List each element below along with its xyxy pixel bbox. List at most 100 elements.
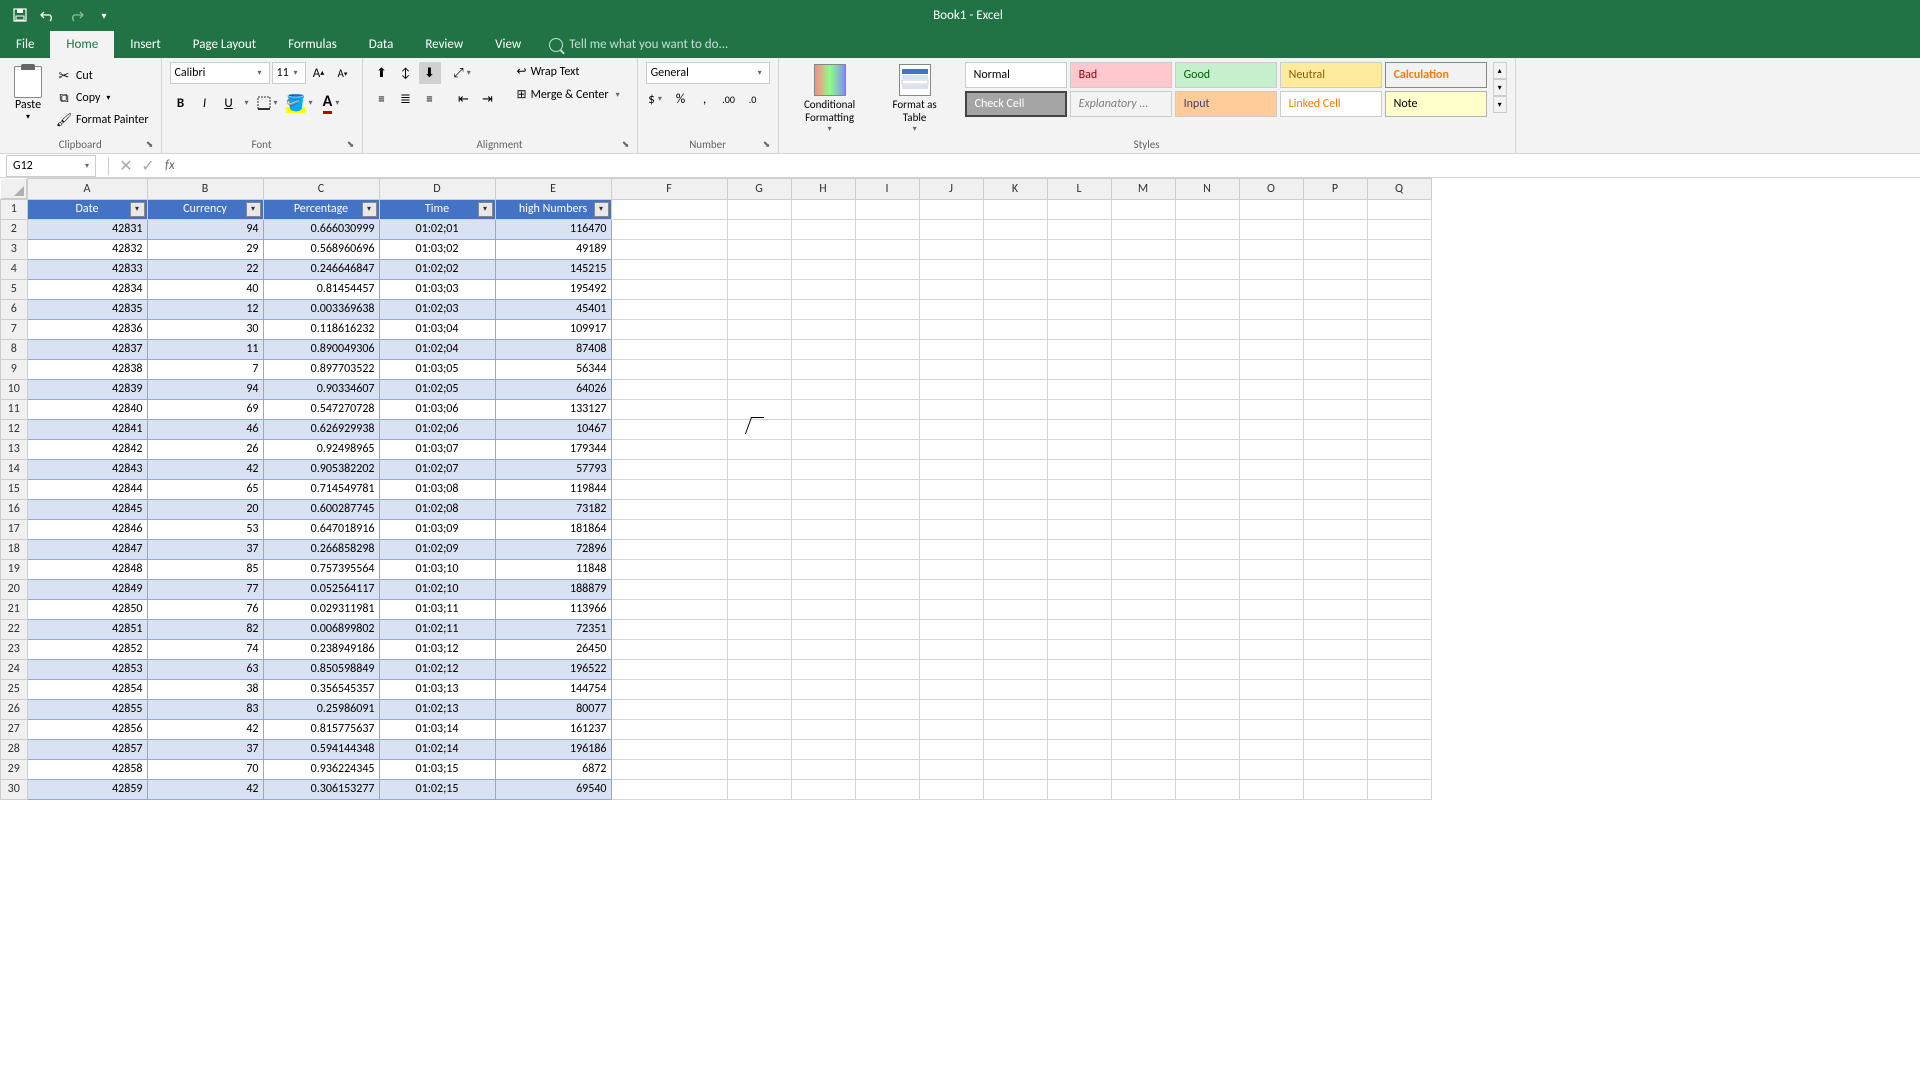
data-cell[interactable]: 0.757395564 [263, 559, 379, 579]
data-cell[interactable]: 42859 [27, 779, 147, 799]
data-cell[interactable]: 77 [147, 579, 263, 599]
data-cell[interactable]: 119844 [495, 479, 611, 499]
column-header-K[interactable]: K [983, 179, 1047, 200]
filter-button[interactable]: ▾ [362, 202, 377, 217]
data-cell[interactable]: 0.266858298 [263, 539, 379, 559]
column-header-P[interactable]: P [1303, 179, 1367, 200]
font-dialog-launcher[interactable]: ⬊ [344, 137, 358, 151]
data-cell[interactable]: 42831 [27, 219, 147, 239]
data-cell[interactable]: 0.626929938 [263, 419, 379, 439]
data-cell[interactable]: 01:03;05 [379, 359, 495, 379]
column-header-M[interactable]: M [1111, 179, 1175, 200]
tab-page-layout[interactable]: Page Layout [177, 31, 272, 58]
data-cell[interactable]: 133127 [495, 399, 611, 419]
data-cell[interactable]: 01:03;09 [379, 519, 495, 539]
style-good[interactable]: Good [1175, 62, 1277, 88]
data-cell[interactable]: 01:03;02 [379, 239, 495, 259]
style-check-cell[interactable]: Check Cell [965, 91, 1067, 117]
data-cell[interactable]: 42852 [27, 639, 147, 659]
data-cell[interactable]: 63 [147, 659, 263, 679]
data-cell[interactable]: 0.905382202 [263, 459, 379, 479]
data-cell[interactable]: 144754 [495, 679, 611, 699]
data-cell[interactable]: 01:03;12 [379, 639, 495, 659]
data-cell[interactable]: 42836 [27, 319, 147, 339]
column-header-C[interactable]: C [263, 179, 379, 200]
data-cell[interactable]: 80077 [495, 699, 611, 719]
filter-button[interactable]: ▾ [130, 202, 145, 217]
column-header-L[interactable]: L [1047, 179, 1111, 200]
data-cell[interactable]: 161237 [495, 719, 611, 739]
data-cell[interactable]: 01:03;15 [379, 759, 495, 779]
row-header[interactable]: 11 [1, 399, 28, 419]
font-size-select[interactable]: 11▾ [272, 62, 306, 84]
data-cell[interactable]: 11848 [495, 559, 611, 579]
data-cell[interactable]: 49189 [495, 239, 611, 259]
data-cell[interactable]: 0.568960696 [263, 239, 379, 259]
column-header-B[interactable]: B [147, 179, 263, 200]
data-cell[interactable]: 196522 [495, 659, 611, 679]
data-cell[interactable]: 01:02;01 [379, 219, 495, 239]
data-cell[interactable]: 0.356545357 [263, 679, 379, 699]
data-cell[interactable]: 83 [147, 699, 263, 719]
data-cell[interactable]: 0.714549781 [263, 479, 379, 499]
orientation-button[interactable]: ⤢▾ [453, 62, 475, 84]
data-cell[interactable]: 57793 [495, 459, 611, 479]
tab-view[interactable]: View [479, 31, 537, 58]
gallery-down[interactable]: ▾ [1493, 79, 1507, 96]
table-header[interactable]: high Numbers▾ [495, 199, 611, 219]
row-header[interactable]: 10 [1, 379, 28, 399]
data-cell[interactable]: 65 [147, 479, 263, 499]
data-cell[interactable]: 01:03;06 [379, 399, 495, 419]
italic-button[interactable]: I [194, 92, 216, 114]
data-cell[interactable]: 11 [147, 339, 263, 359]
data-cell[interactable]: 42839 [27, 379, 147, 399]
data-cell[interactable]: 42855 [27, 699, 147, 719]
row-header[interactable]: 14 [1, 459, 28, 479]
data-cell[interactable]: 42850 [27, 599, 147, 619]
filter-button[interactable]: ▾ [478, 202, 493, 217]
data-cell[interactable]: 181864 [495, 519, 611, 539]
gallery-up[interactable]: ▴ [1493, 62, 1507, 79]
data-cell[interactable]: 01:02;15 [379, 779, 495, 799]
cut-button[interactable]: ✂Cut [52, 66, 153, 86]
data-cell[interactable]: 42834 [27, 279, 147, 299]
data-cell[interactable]: 94 [147, 219, 263, 239]
style-normal[interactable]: Normal [965, 62, 1067, 88]
data-cell[interactable]: 01:03;11 [379, 599, 495, 619]
data-cell[interactable]: 188879 [495, 579, 611, 599]
data-cell[interactable]: 01:02;14 [379, 739, 495, 759]
row-header[interactable]: 1 [1, 199, 28, 219]
data-cell[interactable]: 0.666030999 [263, 219, 379, 239]
enter-formula-button[interactable]: ✓ [137, 155, 159, 177]
data-cell[interactable]: 42844 [27, 479, 147, 499]
row-header[interactable]: 21 [1, 599, 28, 619]
data-cell[interactable]: 42853 [27, 659, 147, 679]
row-header[interactable]: 8 [1, 339, 28, 359]
data-cell[interactable]: 0.594144348 [263, 739, 379, 759]
data-cell[interactable]: 0.92498965 [263, 439, 379, 459]
select-all-corner[interactable] [1, 179, 27, 199]
font-color-button[interactable]: A▾ [318, 92, 348, 114]
row-header[interactable]: 26 [1, 699, 28, 719]
row-header[interactable]: 28 [1, 739, 28, 759]
data-cell[interactable]: 0.936224345 [263, 759, 379, 779]
data-cell[interactable]: 56344 [495, 359, 611, 379]
decrease-decimal-button[interactable]: .0 [742, 88, 764, 110]
data-cell[interactable]: 01:02;09 [379, 539, 495, 559]
data-cell[interactable]: 42835 [27, 299, 147, 319]
data-cell[interactable]: 01:03;13 [379, 679, 495, 699]
row-header[interactable]: 19 [1, 559, 28, 579]
data-cell[interactable]: 42843 [27, 459, 147, 479]
data-cell[interactable]: 10467 [495, 419, 611, 439]
data-cell[interactable]: 42 [147, 779, 263, 799]
row-header[interactable]: 17 [1, 519, 28, 539]
data-cell[interactable]: 01:03;07 [379, 439, 495, 459]
fill-color-button[interactable]: 🪣▾ [286, 92, 316, 114]
data-cell[interactable]: 69540 [495, 779, 611, 799]
table-header[interactable]: Date▾ [27, 199, 147, 219]
column-header-Q[interactable]: Q [1367, 179, 1431, 200]
style-note[interactable]: Note [1385, 91, 1487, 117]
data-cell[interactable]: 01:02;08 [379, 499, 495, 519]
data-cell[interactable]: 45401 [495, 299, 611, 319]
data-cell[interactable]: 0.547270728 [263, 399, 379, 419]
